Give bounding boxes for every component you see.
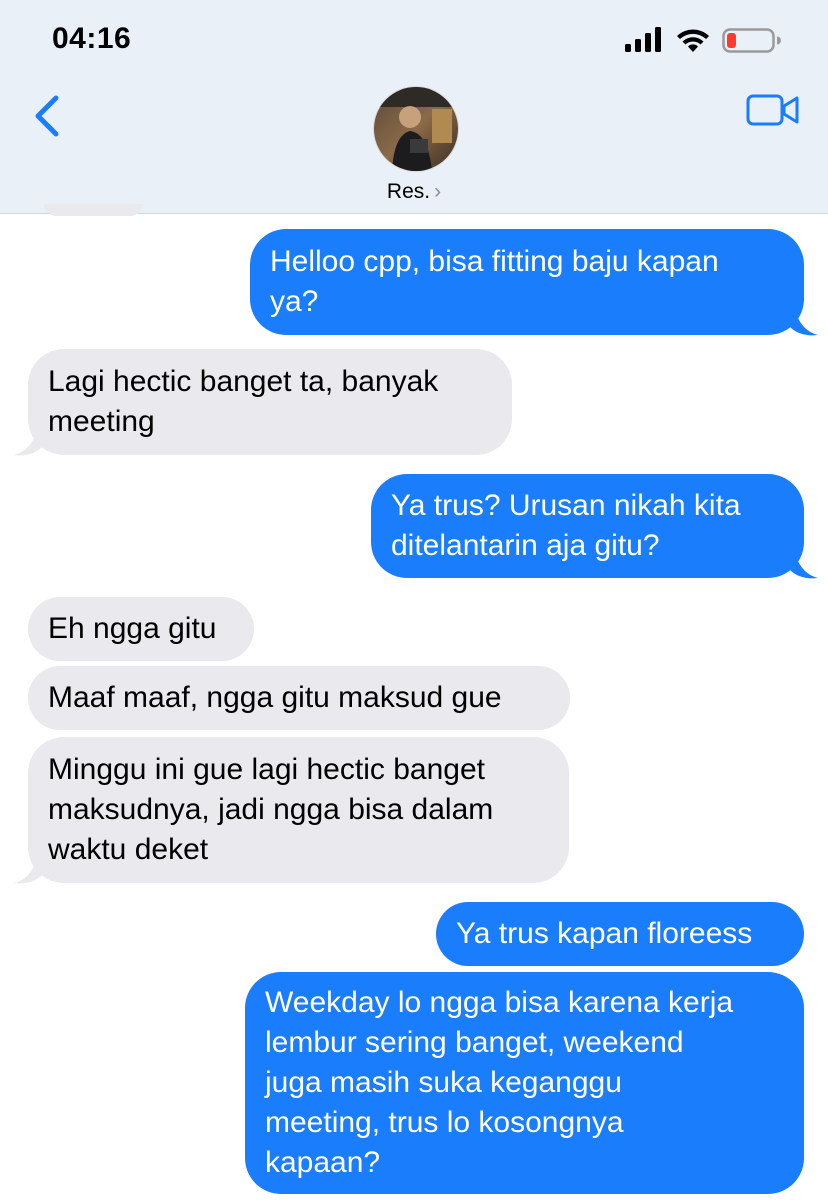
message-bubble-outgoing[interactable]: Ya trus kapan floreess [436,902,804,966]
chevron-right-icon: › [434,180,442,203]
message-bubble-outgoing[interactable]: Ya trus? Urusan nikah kita ditelantarin … [371,474,804,578]
message-text: Helloo cpp, bisa fitting baju kapan ya? [270,245,719,318]
avatar-photo [374,87,458,171]
previous-message-edge [44,204,142,216]
message-text: Maaf maaf, ngga gitu maksud gue [48,681,502,714]
message-bubble-incoming[interactable]: Minggu ini gue lagi hectic banget maksud… [28,737,569,883]
message-bubble-incoming[interactable]: Maaf maaf, ngga gitu maksud gue [28,666,570,730]
bubble-tail [790,556,818,579]
wifi-icon [677,29,709,52]
bubble-tail [14,861,42,884]
message-text: Ya trus kapan floreess [456,917,753,950]
contact-name-button[interactable]: Res. › [0,180,828,204]
message-bubble-outgoing[interactable]: Weekday lo ngga bisa karena kerja lembur… [245,972,804,1194]
back-icon[interactable] [28,92,68,140]
message-bubble-outgoing[interactable]: Helloo cpp, bisa fitting baju kapan ya? [250,229,804,335]
contact-name: Res. [386,180,431,203]
contact-avatar[interactable] [373,86,459,172]
message-text: Eh ngga gitu [48,612,217,645]
cellular-signal-icon [625,27,661,52]
video-camera-icon[interactable] [746,92,800,128]
message-text: Ya trus? Urusan nikah kita ditelantarin … [391,489,741,562]
bubble-tail [790,313,818,336]
status-time: 04:16 [52,22,132,55]
message-text: Weekday lo ngga bisa karena kerja lembur… [265,986,734,1179]
message-text: Lagi hectic banget ta, banyak meeting [48,365,439,438]
message-text: Minggu ini gue lagi hectic banget maksud… [48,753,494,866]
bubble-tail [14,433,42,456]
message-bubble-incoming[interactable]: Eh ngga gitu [28,597,254,661]
battery-low-icon [722,28,781,53]
conversation-header: 04:16 Res. › [0,0,828,214]
message-bubble-incoming[interactable]: Lagi hectic banget ta, banyak meeting [28,349,512,455]
status-icons [624,26,794,56]
